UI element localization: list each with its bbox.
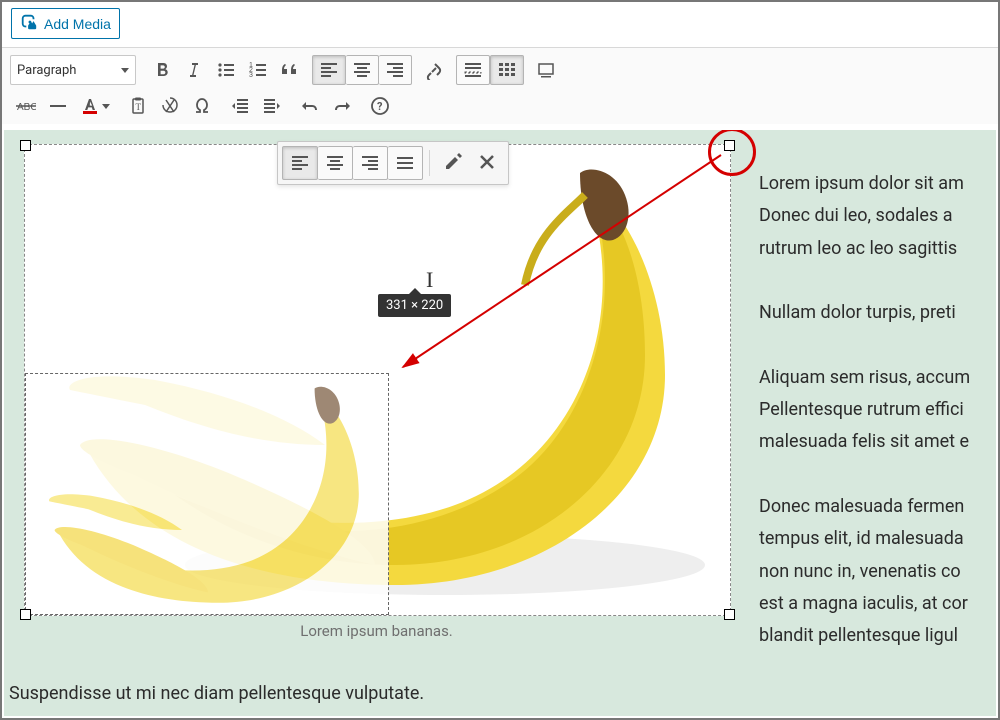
text-line: tempus elit, id malesuada [759,528,964,549]
body-text[interactable]: Lorem ipsum dolor sit am Donec dui leo, … [759,168,996,685]
textcolor-button[interactable] [74,92,116,120]
text-line: Nullam dolor turpis, preti [759,302,956,323]
align-center-button[interactable] [346,55,379,85]
image-caption[interactable]: Lorem ipsum bananas. [24,622,729,640]
align-left-button[interactable] [312,55,346,85]
resize-handle-nw[interactable] [20,140,31,151]
blockquote-button[interactable] [274,56,306,84]
ol-button[interactable] [242,56,274,84]
text-line: Donec dui leo, sodales a [759,205,953,226]
undo-button[interactable] [294,92,326,120]
img-align-center[interactable] [318,146,353,180]
distraction-free-button[interactable] [530,56,562,84]
text-line: Donec malesuada fermen [759,496,964,517]
add-media-label: Add Media [44,16,111,32]
strike-button[interactable]: ABC [10,92,42,120]
redo-button[interactable] [326,92,358,120]
special-char-button[interactable] [186,92,218,120]
link-button[interactable] [418,56,450,84]
italic-button[interactable] [178,56,210,84]
img-align-right[interactable] [353,146,388,180]
img-remove[interactable] [470,146,504,178]
resize-handle-se[interactable] [724,609,735,620]
text-line: Lorem ipsum dolor sit am [759,173,964,194]
chevron-down-icon [121,68,129,73]
help-button[interactable] [364,92,396,120]
img-edit[interactable] [436,146,470,178]
more-button[interactable] [456,55,490,85]
body-text-last[interactable]: Suspendisse ut mi nec diam pellentesque … [9,683,424,704]
image-toolbar [277,141,509,185]
text-line: malesuada felis sit amet e [759,431,969,452]
img-align-none[interactable] [388,146,423,180]
format-select[interactable]: Paragraph [10,55,136,85]
text-line: blandit pellentesque ligul [759,625,958,646]
text-line: Pellentesque rutrum effici [759,399,964,420]
paste-button[interactable] [122,92,154,120]
align-right-button[interactable] [379,55,412,85]
media-icon [20,13,38,34]
text-cursor-icon: I [426,267,433,293]
text-line: Aliquam sem risus, accum [759,367,970,388]
outdent-button[interactable] [224,92,256,120]
ul-button[interactable] [210,56,242,84]
clear-format-button[interactable] [154,92,186,120]
indent-button[interactable] [256,92,288,120]
chevron-down-icon [102,104,110,109]
text-line: non nunc in, venenatis co [759,561,961,582]
format-select-label: Paragraph [17,63,76,78]
selected-image[interactable]: 331 × 220 I [24,144,731,616]
editor-content-area[interactable]: 331 × 220 I Lorem ipsum bananas. Lorem i… [4,130,996,716]
annotation-circle [708,130,756,176]
add-media-button[interactable]: Add Media [11,8,120,39]
text-line: est a magna iaculis, at cor [759,593,968,614]
svg-text:ABC: ABC [17,102,36,113]
resize-handle-sw[interactable] [20,609,31,620]
hr-button[interactable] [42,92,74,120]
toggle-toolbar-button[interactable] [490,55,524,85]
bold-button[interactable] [146,56,178,84]
resize-dimensions-tooltip: 331 × 220 [378,294,451,317]
text-line: rutrum leo ac leo sagittis [759,238,957,259]
resize-preview [25,373,389,615]
editor-toolbar: Paragraph ABC [2,47,998,124]
img-align-left[interactable] [282,146,318,180]
